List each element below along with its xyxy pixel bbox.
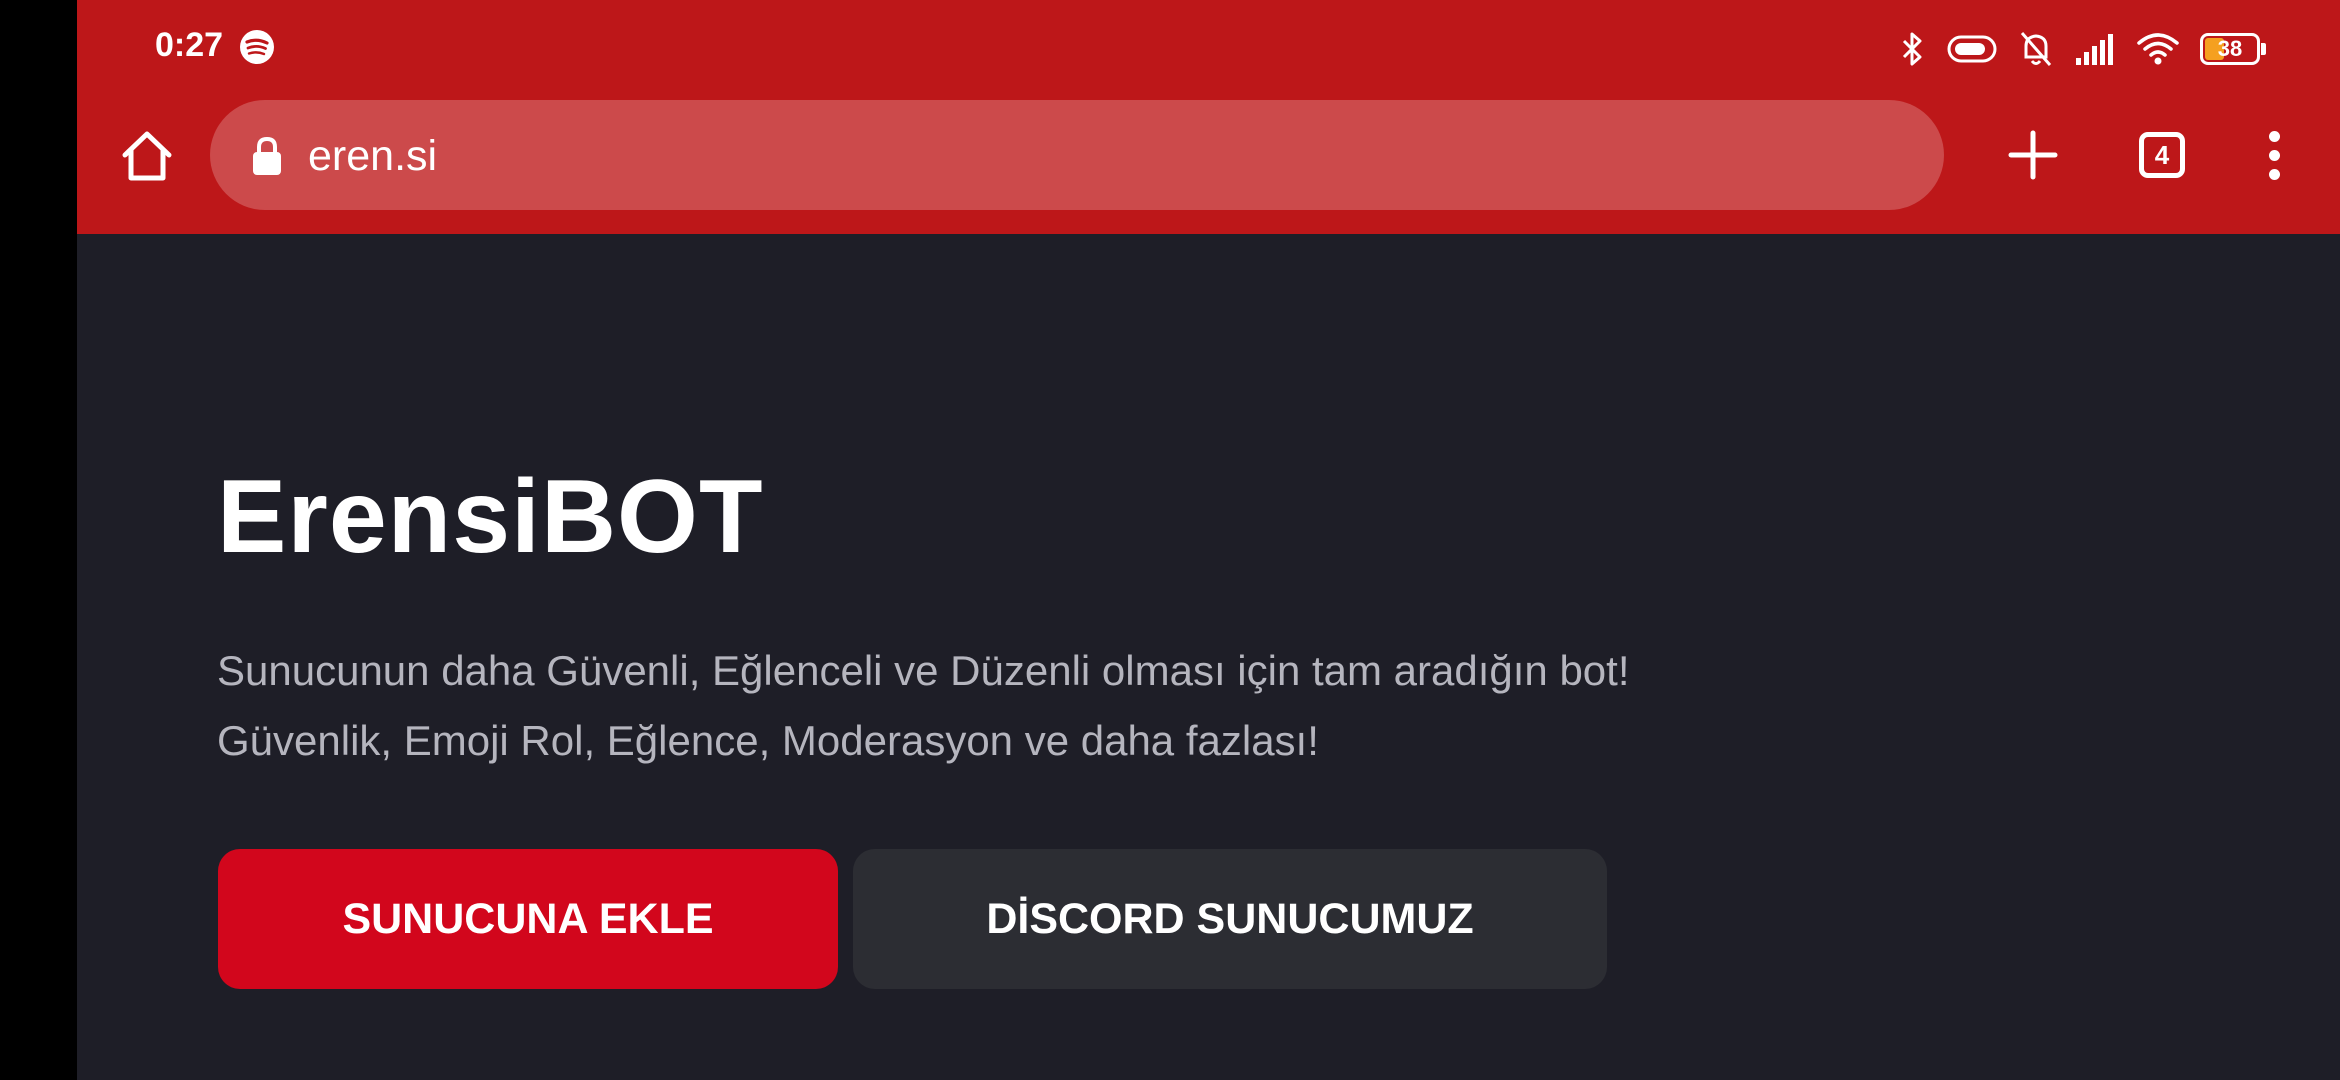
status-icons: 38 — [1898, 28, 2266, 70]
lock-icon — [253, 136, 281, 175]
wifi-icon — [2137, 33, 2179, 65]
battery-level: 38 — [2217, 36, 2243, 61]
home-button[interactable] — [115, 124, 179, 188]
url-text: eren.si — [308, 132, 438, 180]
status-bar: 0:27 38 — [77, 0, 2340, 98]
browser-screen: 0:27 38 eren.si 4 ErensiBOT Sunucunun da… — [77, 0, 2340, 1080]
browser-toolbar: eren.si 4 — [77, 98, 2340, 234]
vibrate-icon — [1947, 35, 1997, 63]
notifications-off-icon — [2020, 32, 2052, 66]
tab-switcher-button[interactable]: 4 — [2127, 120, 2197, 190]
spotify-icon — [240, 30, 274, 64]
new-tab-button[interactable] — [1998, 120, 2068, 190]
home-icon — [122, 131, 172, 181]
tabs-icon: 4 — [2139, 132, 2185, 178]
address-bar[interactable]: eren.si — [210, 100, 1944, 210]
page-title: ErensiBOT — [217, 459, 764, 575]
plus-icon — [2008, 130, 2058, 180]
hero-description: Sunucunun daha Güvenli, Eğlenceli ve Düz… — [217, 636, 1757, 776]
status-time: 0:27 — [155, 26, 224, 64]
add-to-server-button[interactable]: SUNUCUNA EKLE — [218, 849, 838, 989]
hero-description-line1: Sunucunun daha Güvenli, Eğlenceli ve Düz… — [217, 647, 1630, 694]
battery-icon: 38 — [2200, 33, 2266, 65]
tab-count: 4 — [2154, 139, 2170, 170]
browser-chrome: 0:27 38 eren.si 4 — [77, 0, 2340, 234]
signal-icon — [2076, 34, 2113, 65]
more-vert-icon[interactable] — [2249, 120, 2299, 190]
discord-server-button[interactable]: DİSCORD SUNUCUMUZ — [853, 849, 1607, 989]
bluetooth-icon — [1902, 32, 1922, 66]
hero-description-line2: Güvenlik, Emoji Rol, Eğlence, Moderasyon… — [217, 717, 1319, 764]
